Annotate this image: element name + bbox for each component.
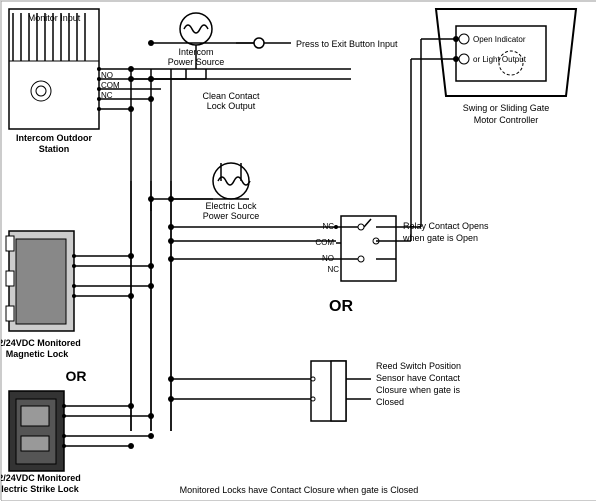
svg-text:Sensor have Contact: Sensor have Contact [376,373,461,383]
svg-text:Intercom Outdoor: Intercom Outdoor [16,133,92,143]
svg-text:OR: OR [66,368,87,384]
svg-text:Closed: Closed [376,397,404,407]
svg-text:Electric Lock: Electric Lock [205,201,257,211]
svg-text:NC: NC [101,91,113,100]
svg-text:Swing or Sliding Gate: Swing or Sliding Gate [463,103,550,113]
svg-text:NO: NO [101,71,113,80]
svg-text:Reed Switch Position: Reed Switch Position [376,361,461,371]
svg-text:Motor Controller: Motor Controller [474,115,539,125]
svg-text:Magnetic Lock: Magnetic Lock [6,349,70,359]
svg-text:Press to Exit Button Input: Press to Exit Button Input [296,39,398,49]
svg-text:Lock Output: Lock Output [207,101,256,111]
svg-text:Power Source: Power Source [203,211,260,221]
svg-text:Monitored Locks have Contact C: Monitored Locks have Contact Closure whe… [180,485,419,495]
svg-text:Relay Contact Opens: Relay Contact Opens [403,221,489,231]
svg-text:NC: NC [327,265,339,274]
svg-text:when gate is Open: when gate is Open [402,233,478,243]
svg-text:COM: COM [315,238,334,247]
svg-text:Station: Station [39,144,70,154]
svg-text:Electric Strike Lock: Electric Strike Lock [1,484,80,494]
svg-text:Monitor Input: Monitor Input [28,13,81,23]
svg-text:Clean Contact: Clean Contact [202,91,260,101]
svg-text:OR: OR [329,298,353,315]
svg-text:12/24VDC Monitored: 12/24VDC Monitored [1,338,81,348]
wiring-diagram: Monitor Input NO COM NC Intercom Outdoor… [0,0,596,500]
svg-text:12/24VDC Monitored: 12/24VDC Monitored [1,473,81,483]
svg-text:Closure when gate is: Closure when gate is [376,385,461,395]
svg-text:Open Indicator: Open Indicator [473,35,526,44]
